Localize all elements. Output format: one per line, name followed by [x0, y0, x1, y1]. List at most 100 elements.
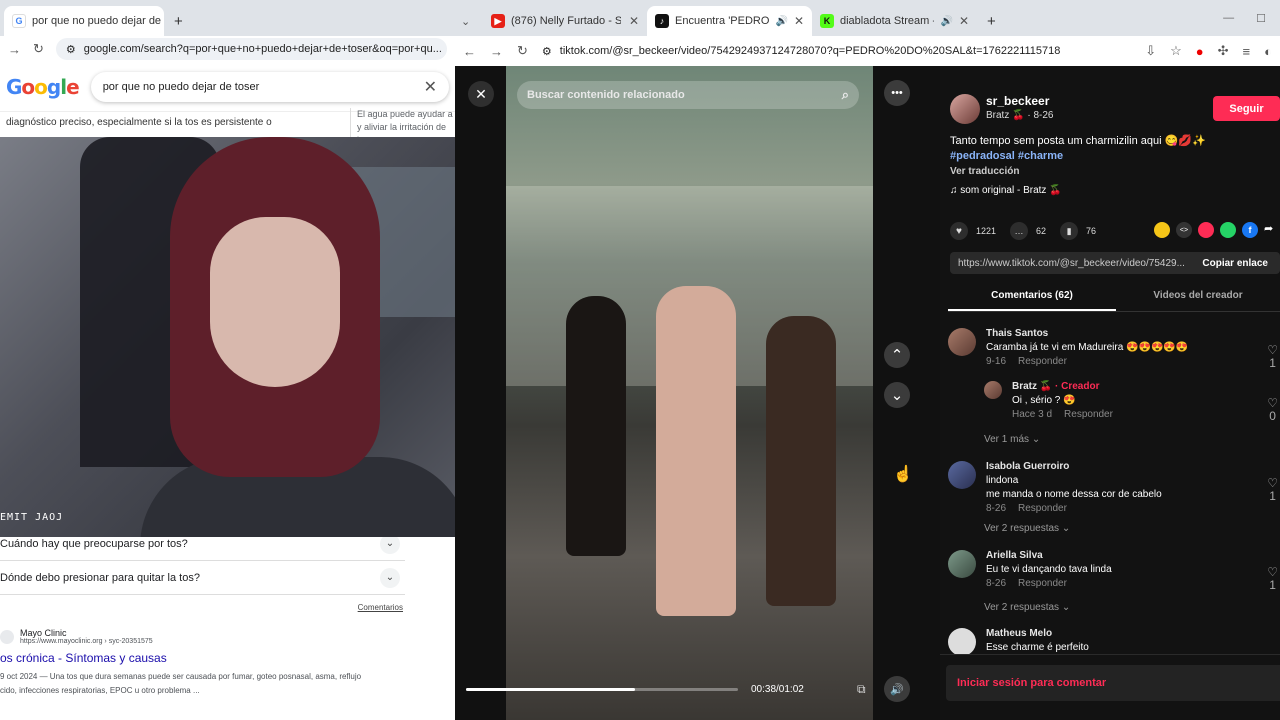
- close-tab-icon[interactable]: ✕: [629, 14, 639, 28]
- previous-video-button[interactable]: ⌃: [884, 342, 910, 368]
- speaker-icon[interactable]: 🔊: [775, 16, 787, 27]
- chevron-down-icon[interactable]: ⌄: [380, 567, 400, 588]
- new-tab-button[interactable]: +: [164, 6, 193, 36]
- comment-like[interactable]: ♡ 0: [1267, 397, 1278, 423]
- volume-button[interactable]: 🔊: [884, 676, 910, 702]
- post-caption: Tanto tempo sem posta um charmizilin aqu…: [950, 134, 1270, 198]
- url-text: google.com/search?q=por+que+no+puedo+dej…: [83, 43, 442, 55]
- avatar[interactable]: [984, 381, 1002, 399]
- maximize-icon[interactable]: ☐: [1256, 12, 1266, 25]
- comment-like[interactable]: ♡ 1: [1267, 344, 1278, 370]
- avatar[interactable]: [948, 328, 976, 356]
- reload-icon[interactable]: ↻: [33, 41, 44, 57]
- progress-track[interactable]: [466, 688, 738, 691]
- minimize-icon[interactable]: —: [1223, 12, 1234, 24]
- question-row[interactable]: Dónde debo presionar para quitar la tos?…: [0, 561, 405, 595]
- login-to-comment-button[interactable]: Iniciar sesión para comentar: [946, 665, 1280, 701]
- comment-author[interactable]: Matheus Melo: [986, 628, 1089, 639]
- comment-author[interactable]: Isabola Guerroiro: [986, 461, 1162, 472]
- webcam-overlay-text: EMIT JAOJ: [0, 512, 64, 523]
- username[interactable]: sr_beckeer: [986, 94, 1053, 108]
- heart-icon[interactable]: ♥: [950, 222, 968, 240]
- close-tab-icon[interactable]: ✕: [959, 14, 969, 28]
- tab-youtube[interactable]: ▶ (876) Nelly Furtado - Say It Rig ✕: [483, 6, 647, 36]
- tab-search-icon[interactable]: ⌄: [461, 6, 483, 36]
- install-icon[interactable]: ⇩: [1145, 43, 1156, 59]
- more-options-button[interactable]: •••: [884, 80, 910, 106]
- tab-google-search[interactable]: G por que no puedo dejar de tos ✕: [4, 6, 164, 36]
- new-tab-button[interactable]: +: [977, 6, 1006, 36]
- extension-icon[interactable]: ●: [1196, 44, 1204, 59]
- reload-icon[interactable]: ↻: [517, 43, 528, 59]
- profile-avatar[interactable]: ◐: [1264, 44, 1272, 59]
- related-search-input[interactable]: Buscar contenido relacionado ⌕: [517, 81, 859, 109]
- copy-link-button[interactable]: Copiar enlace: [1194, 258, 1280, 269]
- forward-icon[interactable]: →: [8, 42, 21, 57]
- next-video-button[interactable]: ⌄: [884, 382, 910, 408]
- address-bar[interactable]: ⚙ google.com/search?q=por+que+no+puedo+d…: [55, 38, 447, 60]
- reply-button[interactable]: Responder: [1018, 503, 1067, 514]
- like-count: 1: [1269, 489, 1276, 503]
- chevron-down-icon: ⌄: [1061, 523, 1071, 534]
- comment-icon[interactable]: …: [1010, 222, 1029, 240]
- tab-creator-videos[interactable]: Videos del creador: [1116, 284, 1280, 311]
- speaker-icon[interactable]: 🔊: [940, 16, 952, 27]
- feedback-link[interactable]: Comentarios: [0, 595, 405, 620]
- google-logo[interactable]: Google: [6, 75, 80, 99]
- picture-in-picture-icon[interactable]: ⧉: [857, 682, 866, 697]
- dancer-silhouette: [766, 316, 836, 606]
- comment-author[interactable]: Thais Santos: [986, 328, 1188, 339]
- snippet-line: 9 oct 2024 — Una tos que dura semanas pu…: [0, 672, 362, 681]
- site-info-icon[interactable]: ⚙: [542, 45, 552, 58]
- send-icon[interactable]: [1198, 222, 1214, 238]
- comment-like[interactable]: ♡ 1: [1267, 566, 1278, 592]
- display-name: Bratz 🍒 · 8-26: [986, 110, 1054, 121]
- site-info-icon[interactable]: ⚙: [66, 43, 76, 56]
- avatar[interactable]: [948, 550, 976, 578]
- tab-title: (876) Nelly Furtado - Say It Rig: [511, 15, 621, 27]
- bookmark-star-icon[interactable]: ☆: [1170, 43, 1182, 59]
- back-icon[interactable]: ←: [463, 44, 476, 59]
- close-tab-icon[interactable]: ✕: [794, 14, 804, 28]
- video-frame[interactable]: [506, 66, 873, 720]
- result-url[interactable]: https://www.mayoclinic.org › syc-2035157…: [20, 638, 153, 645]
- share-coin-icon[interactable]: [1154, 222, 1170, 238]
- music-note-icon: ♫: [950, 185, 961, 196]
- tab-comments[interactable]: Comentarios (62): [948, 284, 1116, 311]
- share-arrow-icon[interactable]: ➦: [1264, 222, 1273, 238]
- bookmark-icon[interactable]: ▮: [1060, 222, 1079, 240]
- forward-icon[interactable]: →: [490, 44, 503, 59]
- menu-icon[interactable]: ≡: [1243, 44, 1251, 59]
- facebook-icon[interactable]: f: [1242, 222, 1258, 238]
- view-more-replies[interactable]: Ver 2 respuestas ⌄: [984, 523, 1070, 534]
- avatar[interactable]: [948, 461, 976, 489]
- comment-like[interactable]: ♡ 1: [1267, 477, 1278, 503]
- comments-count: 62: [1036, 226, 1047, 236]
- reply-button[interactable]: Responder: [1064, 409, 1113, 420]
- avatar[interactable]: [950, 94, 980, 124]
- hashtags[interactable]: #pedradosal #charme: [950, 149, 1270, 164]
- tab-kick[interactable]: K diabladota Stream - Watch 🔊 ✕: [812, 6, 977, 36]
- result-title[interactable]: os crónica - Síntomas y causas: [0, 651, 455, 665]
- follow-button[interactable]: Seguir: [1213, 96, 1280, 121]
- view-more-replies[interactable]: Ver 2 respuestas ⌄: [984, 602, 1070, 613]
- view-more-replies[interactable]: Ver 1 más ⌄: [984, 434, 1040, 445]
- comment-author[interactable]: Ariella Silva: [986, 550, 1112, 561]
- video-link[interactable]: https://www.tiktok.com/@sr_beckeer/video…: [950, 258, 1194, 269]
- search-icon[interactable]: ⌕: [842, 87, 849, 103]
- avatar[interactable]: [948, 628, 976, 654]
- caption-text: Tanto tempo sem posta um charmizilin aqu…: [950, 135, 1206, 147]
- translate-link[interactable]: Ver traducción: [950, 164, 1270, 179]
- comment-author[interactable]: Bratz 🍒: [1012, 381, 1052, 392]
- address-bar[interactable]: ⚙ tiktok.com/@sr_beckeer/video/754292493…: [541, 40, 1132, 62]
- extensions-puzzle-icon[interactable]: ✣: [1218, 43, 1229, 59]
- sound-info[interactable]: ♫ som original - Bratz 🍒: [950, 183, 1270, 198]
- search-input[interactable]: por que no puedo dejar de toser ✕: [91, 72, 449, 102]
- close-video-button[interactable]: ✕: [468, 81, 494, 107]
- reply-button[interactable]: Responder: [1018, 578, 1067, 589]
- embed-icon[interactable]: <>: [1176, 222, 1192, 238]
- whatsapp-icon[interactable]: [1220, 222, 1236, 238]
- reply-button[interactable]: Responder: [1018, 356, 1067, 367]
- tab-tiktok[interactable]: ♪ Encuentra 'PEDRO DO SAL 🔊 ✕: [647, 6, 812, 36]
- clear-search-icon[interactable]: ✕: [424, 77, 437, 97]
